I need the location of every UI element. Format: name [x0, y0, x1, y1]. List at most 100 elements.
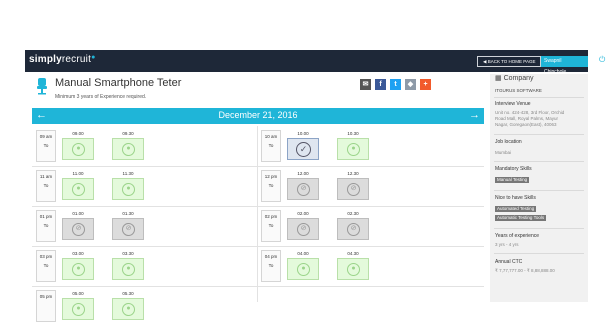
grid-column-divider — [257, 126, 258, 302]
interview-slot[interactable]: ● — [62, 258, 94, 280]
available-person-icon: ● — [122, 263, 135, 276]
interview-slot[interactable]: ● — [112, 258, 144, 280]
slot-time: 01.00 — [72, 211, 84, 216]
twitter-share-icon[interactable]: t — [390, 79, 401, 90]
slot-time: 10.00 — [297, 131, 309, 136]
time-from: 11 am — [39, 174, 53, 179]
interview-slot[interactable]: ● — [62, 178, 94, 200]
interview-slot[interactable]: ● — [287, 258, 319, 280]
interview-slot[interactable]: ● — [337, 258, 369, 280]
available-person-icon: ● — [122, 143, 135, 156]
slot-time: 11.00 — [72, 171, 84, 176]
slot-time: 12.00 — [297, 171, 309, 176]
ctc-value: ₹ 7,77,777.00 - ₹ 8,88,888.00 — [495, 268, 555, 273]
skill-tag: Manual Testing — [495, 177, 530, 183]
sidebar-divider — [494, 97, 584, 98]
time-range-label: 01 pmTo02 pm — [36, 210, 56, 242]
experience-value: 3 yrs - 4 yrs — [495, 242, 519, 247]
time-from: 05 pm — [39, 294, 53, 299]
interview-slot[interactable]: ⊘ — [112, 218, 144, 240]
time-from: 03 pm — [39, 254, 53, 259]
interview-slot[interactable]: ⊘ — [337, 178, 369, 200]
time-to-word: To — [43, 223, 49, 228]
interview-slot[interactable]: ● — [62, 298, 94, 320]
slot-time: 09.00 — [72, 131, 84, 136]
slot-time: 02.30 — [347, 211, 359, 216]
time-from: 01 pm — [39, 214, 53, 219]
mandatory-skills-label: Mandatory Skills — [495, 166, 532, 172]
available-person-icon: ● — [72, 183, 85, 196]
interview-slot[interactable]: ● — [62, 138, 94, 160]
interview-slot[interactable]: ● — [112, 178, 144, 200]
sidebar-divider — [494, 228, 584, 229]
grid-row-divider — [32, 206, 484, 207]
sidebar-divider — [494, 134, 584, 135]
time-to-word: To — [43, 263, 49, 268]
available-person-icon: ● — [72, 303, 85, 316]
grid-row-divider — [32, 286, 484, 287]
check-circle-icon: ✓ — [296, 142, 311, 157]
facebook-share-icon[interactable]: f — [375, 79, 386, 90]
time-to-word: To — [268, 183, 274, 188]
slot-time: 11.30 — [122, 171, 134, 176]
company-name: ITGURUS SOFTWARE — [495, 88, 542, 93]
slot-time: 04.30 — [347, 251, 359, 256]
current-date: December 21, 2016 — [218, 110, 298, 120]
skill-tag: Automatic Testing Tools — [495, 215, 547, 221]
sidebar-divider — [494, 190, 584, 191]
top-navbar: simplyrecruit● ◀ BACK TO HOME PAGE Swapn… — [25, 50, 605, 75]
simplyrecruit-logo[interactable]: simplyrecruit● — [29, 54, 96, 65]
interview-slot[interactable]: ⊘ — [287, 218, 319, 240]
sidebar-divider — [494, 253, 584, 254]
time-from: 02 pm — [264, 214, 278, 219]
back-to-home-button[interactable]: ◀ BACK TO HOME PAGE — [477, 56, 542, 67]
sidebar-divider — [494, 161, 584, 162]
interview-slot[interactable]: ● — [112, 138, 144, 160]
slot-time: 12.30 — [347, 171, 359, 176]
company-heading-label: Company — [503, 75, 534, 82]
logo-text-a: simply — [29, 54, 62, 65]
time-range-label: 02 pmTo03 pm — [261, 210, 281, 242]
available-person-icon: ● — [122, 183, 135, 196]
booked-person-icon: ⊘ — [72, 223, 85, 236]
time-range-label: 11 amTo12 pm — [36, 170, 56, 202]
bookmark-share-icon[interactable]: ◆ — [405, 79, 416, 90]
next-day-arrow-icon[interactable]: → — [469, 109, 480, 121]
booked-person-icon: ⊘ — [347, 223, 360, 236]
interview-slot[interactable]: ● — [337, 138, 369, 160]
logo-text-b: recruit — [61, 54, 92, 65]
time-from: 10 am — [264, 134, 278, 139]
time-range-label: 05 pm — [36, 290, 56, 322]
available-person-icon: ● — [122, 303, 135, 316]
time-range-label: 12 pmTo01 pm — [261, 170, 281, 202]
slot-time: 04.00 — [297, 251, 309, 256]
booked-person-icon: ⊘ — [297, 223, 310, 236]
interview-slot[interactable]: ⊘ — [287, 178, 319, 200]
slot-time: 03.30 — [122, 251, 134, 256]
interview-slot[interactable]: ● — [112, 298, 144, 320]
time-from: 04 pm — [264, 254, 278, 259]
email-share-icon[interactable]: ✉ — [360, 79, 371, 90]
skill-tag: Automated Testing — [495, 206, 537, 212]
date-navigation-bar: ← December 21, 2016 → — [32, 108, 484, 124]
venue-line: Nagar, Goregaon(East), 40063 — [495, 122, 557, 127]
interview-slot[interactable]: ⊘ — [62, 218, 94, 240]
time-range-label: 09 amTo10 am — [36, 130, 56, 162]
ctc-label: Annual CTC — [495, 259, 523, 265]
chair-icon — [37, 78, 47, 95]
user-name-button[interactable]: Swapnil Chinchole — [541, 56, 588, 75]
time-to-word: To — [268, 143, 274, 148]
booked-person-icon: ⊘ — [297, 183, 310, 196]
more-share-icon[interactable]: + — [420, 79, 431, 90]
time-range-label: 04 pmTo05 pm — [261, 250, 281, 282]
interview-slot[interactable]: ⊘ — [337, 218, 369, 240]
job-title: Manual Smartphone Teter — [55, 77, 182, 89]
experience-label: Years of experience — [495, 233, 540, 239]
power-icon[interactable]: ⏻ — [599, 55, 605, 65]
available-person-icon: ● — [297, 263, 310, 276]
time-to-word: To — [268, 223, 274, 228]
time-to-word: To — [268, 263, 274, 268]
interview-slot[interactable]: ✓ — [287, 138, 319, 160]
slot-time: 05.00 — [72, 291, 84, 296]
venue-label: Interview Venue — [495, 101, 531, 107]
